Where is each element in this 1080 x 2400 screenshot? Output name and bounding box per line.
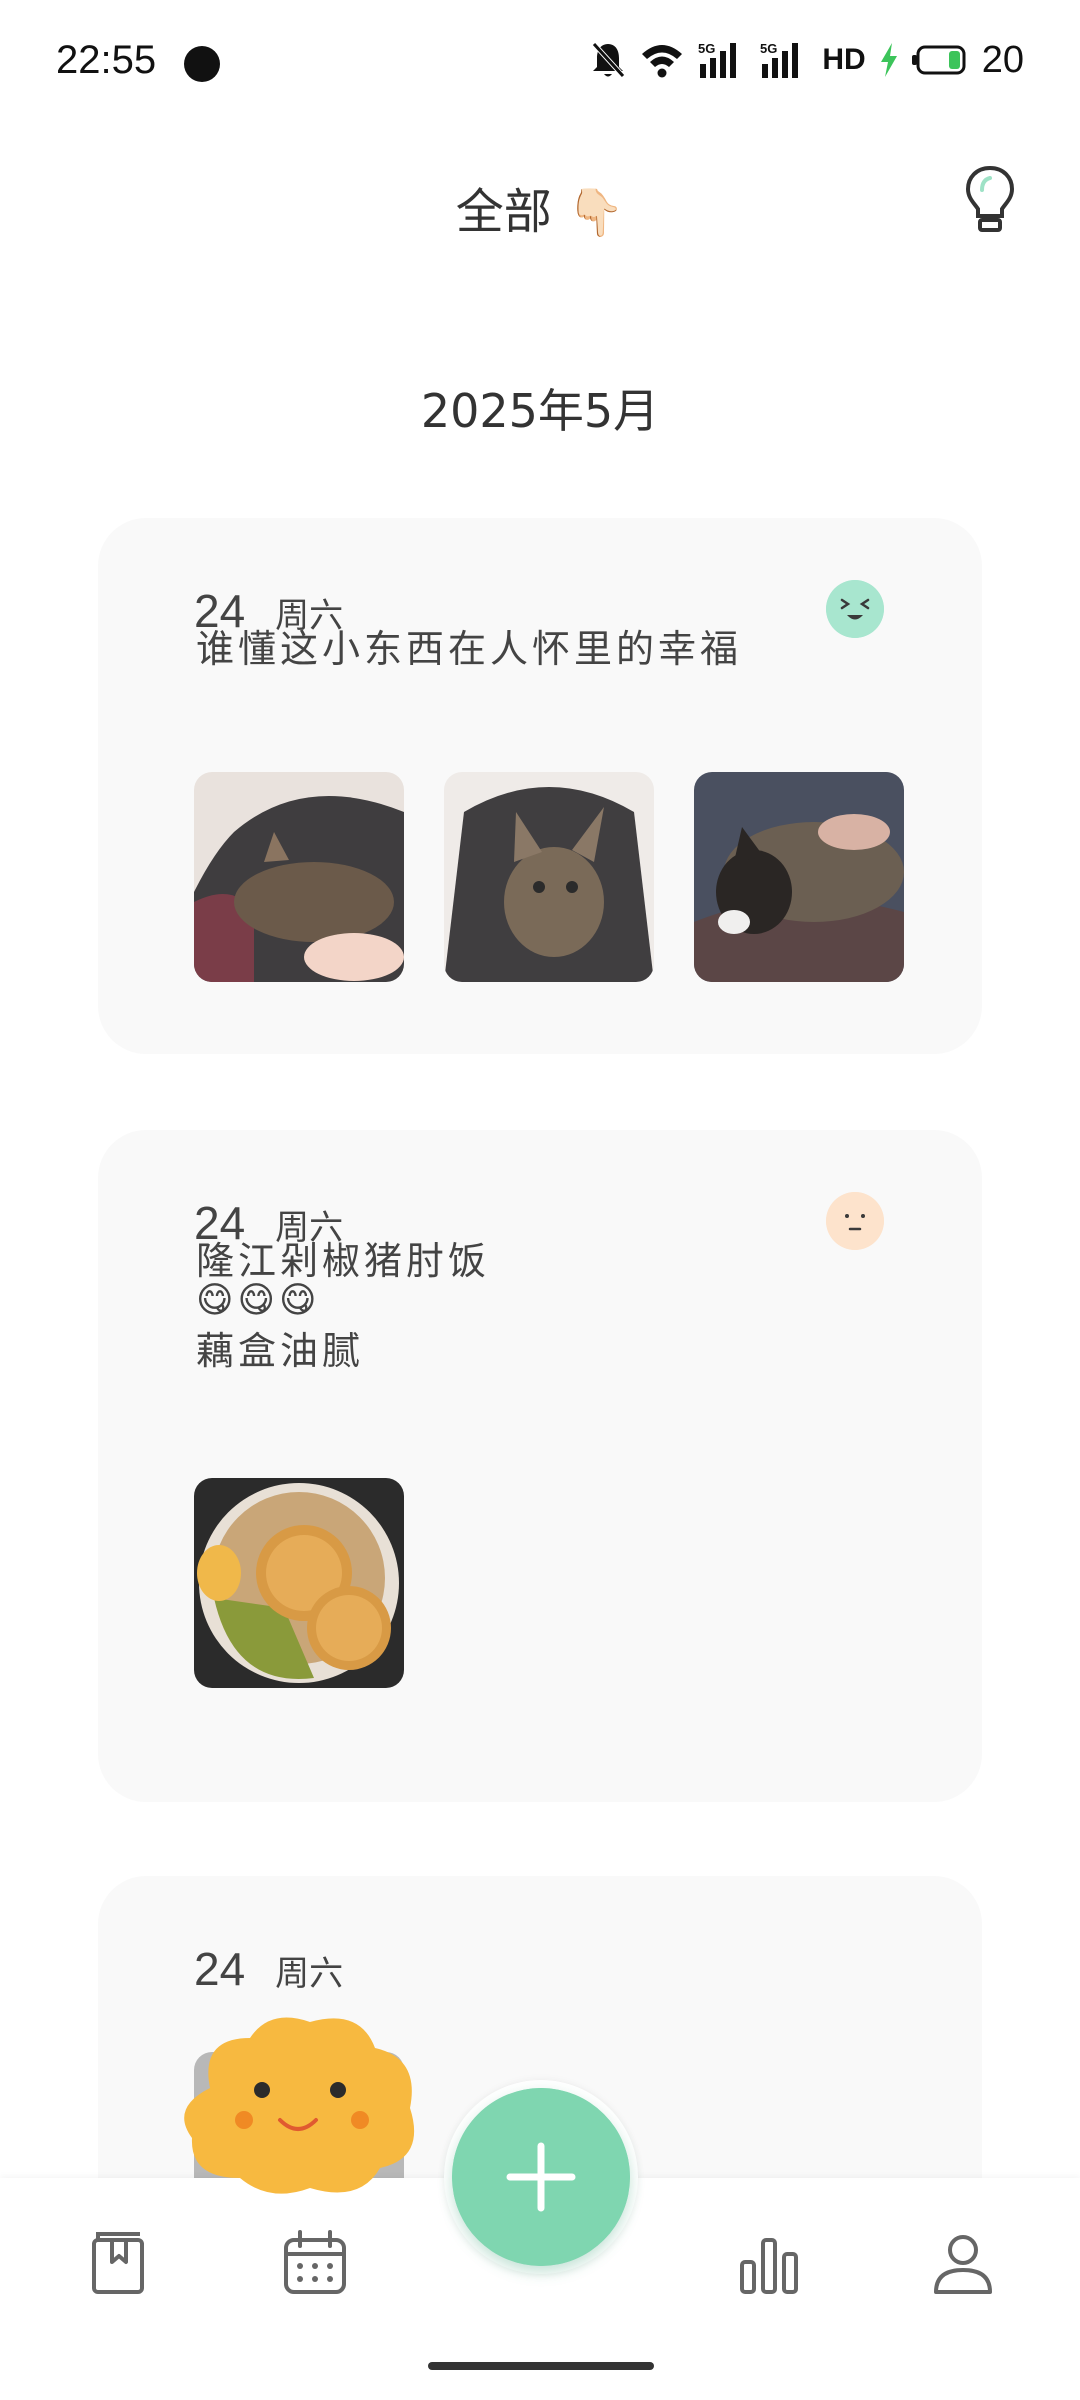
entry-day: 24 xyxy=(194,1943,246,1995)
mood-neutral-icon xyxy=(826,1192,884,1250)
page-title-text: 全部 xyxy=(455,184,552,240)
status-icons: 5G 5G HD 20 xyxy=(590,36,1024,84)
entry-text: 谁懂这小东西在人怀里的幸福 xyxy=(196,627,743,671)
signal-2-label: 5G xyxy=(760,41,777,56)
stats-icon[interactable] xyxy=(734,2228,804,2298)
cat-photo-1[interactable] xyxy=(194,772,404,982)
signal-5g-icon: 5G xyxy=(698,41,737,78)
entry-weekday: 周六 xyxy=(275,1954,344,1994)
add-icon[interactable] xyxy=(452,2088,630,2266)
page-title[interactable]: 全部 👇🏻 xyxy=(0,172,1080,242)
signal-1-label: 5G xyxy=(698,41,715,56)
lightbulb-icon[interactable] xyxy=(960,164,1020,234)
status-time: 22:55 xyxy=(56,38,157,82)
diary-icon[interactable] xyxy=(84,2228,154,2298)
home-indicator[interactable] xyxy=(428,2362,654,2370)
notification-dot-icon xyxy=(184,46,220,82)
cloud-sticker-icon[interactable] xyxy=(170,2008,426,2198)
cat-photo-3[interactable] xyxy=(694,772,904,982)
hd-icon: HD xyxy=(822,43,866,76)
food-photo-1[interactable] xyxy=(194,1478,404,1688)
entry-text-line: 隆江剁椒猪肘饭 xyxy=(196,1239,491,1283)
pointing-down-icon: 👇🏻 xyxy=(567,185,625,239)
battery-icon xyxy=(911,45,966,75)
month-label: 2025年5月 xyxy=(420,384,660,438)
diary-entry-card[interactable]: 24 周六 隆江剁椒猪肘饭 😋😋😋 藕盒油腻 xyxy=(98,1130,982,1802)
cat-photo-2[interactable] xyxy=(444,772,654,982)
status-bar: 22:55 5G 5G HD 20 xyxy=(0,0,1080,120)
entry-text-line: 藕盒油腻 xyxy=(196,1329,365,1373)
mood-happy-icon xyxy=(826,580,884,638)
battery-level: 20 xyxy=(981,38,1024,81)
wifi-icon xyxy=(642,45,683,78)
signal-5g-icon: 5G xyxy=(760,41,799,78)
charging-icon xyxy=(880,43,897,77)
entry-text-emoji-line: 😋😋😋 xyxy=(196,1280,321,1321)
diary-entry-card[interactable]: 24 周六 谁懂这小东西在人怀里的幸福 xyxy=(98,518,982,1054)
entry-date: 24 周六 xyxy=(194,1942,343,1996)
bell-off-icon xyxy=(592,42,626,78)
profile-icon[interactable] xyxy=(928,2228,998,2298)
header: 全部 👇🏻 xyxy=(0,150,1080,260)
calendar-icon[interactable] xyxy=(280,2228,350,2298)
